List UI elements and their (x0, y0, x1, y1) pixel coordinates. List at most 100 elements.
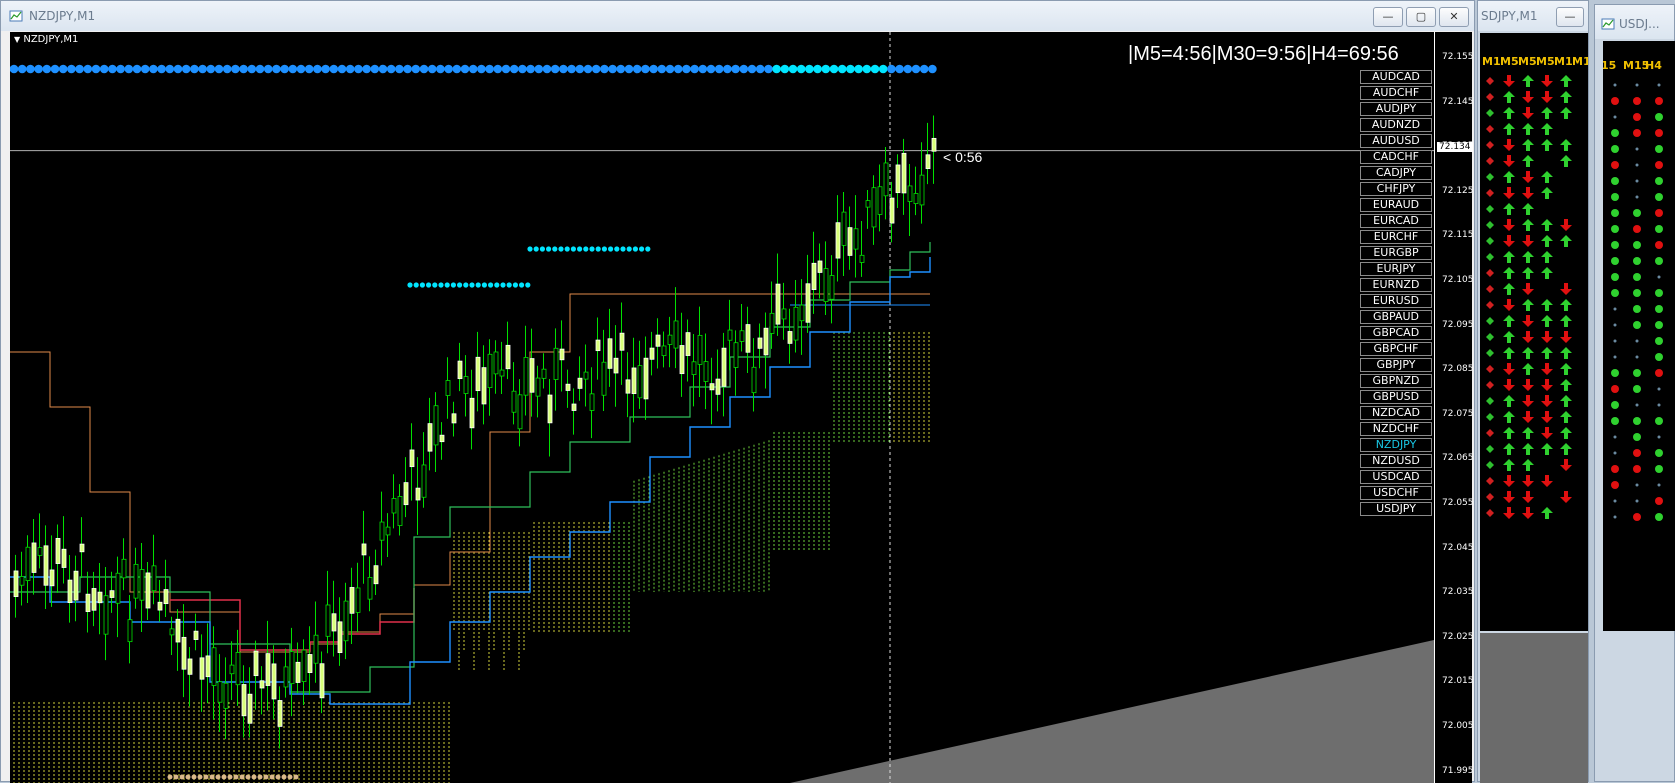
price-tick-label: 72.045 (1442, 542, 1474, 553)
symbol-button-audcad[interactable]: AUDCAD (1360, 70, 1432, 84)
symbol-button-nzdcad[interactable]: NZDCAD (1360, 406, 1432, 420)
candle-body (463, 376, 469, 394)
down-arrow-icon (1541, 379, 1553, 391)
candle-body (283, 666, 289, 688)
symbol-button-eurnzd[interactable]: EURNZD (1360, 278, 1432, 292)
signal-dot (846, 64, 855, 74)
signal-dot (280, 64, 289, 74)
down-arrow-icon (1522, 411, 1534, 423)
side-window-1-titlebar[interactable]: SDJPY,M1 — (1478, 1, 1588, 31)
up-arrow-icon (1522, 251, 1534, 263)
neutral-signal-icon (1486, 493, 1494, 501)
trend-dot (1611, 177, 1619, 185)
symbol-button-gbpcad[interactable]: GBPCAD (1360, 326, 1432, 340)
level-dot (519, 282, 525, 288)
candle-body (229, 664, 235, 675)
symbol-button-cadchf[interactable]: CADCHF (1360, 150, 1432, 164)
candle-body (511, 390, 517, 413)
symbol-button-usdcad[interactable]: USDCAD (1360, 470, 1432, 484)
symbol-button-eurgbp[interactable]: EURGBP (1360, 246, 1432, 260)
neutral-signal-icon (1486, 285, 1494, 293)
candle-body (667, 334, 673, 345)
close-button[interactable]: ✕ (1439, 7, 1469, 27)
main-window-titlebar[interactable]: NZDJPY,M1 — ▢ ✕ (1, 1, 1474, 31)
side-window-2-title: USDJ... (1619, 17, 1660, 31)
signal-dot (919, 64, 929, 74)
symbol-button-nzdusd[interactable]: NZDUSD (1360, 454, 1432, 468)
down-arrow-icon (1541, 475, 1553, 487)
price-tick-label: 72.035 (1442, 587, 1474, 598)
candle-body (49, 569, 55, 587)
symbol-button-nzdchf[interactable]: NZDCHF (1360, 422, 1432, 436)
price-chart[interactable]: ▼ NZDJPY,M1 |M5=4:56|M30=9:56|H4=69:56 <… (10, 32, 1474, 783)
trend-dot (1633, 433, 1641, 441)
minimize-button[interactable]: — (1373, 7, 1403, 27)
candle-body (541, 368, 547, 379)
symbol-button-eurusd[interactable]: EURUSD (1360, 294, 1432, 308)
signal-dot (911, 64, 921, 74)
trend-dot (1635, 339, 1639, 343)
symbol-button-gbpjpy[interactable]: GBPJPY (1360, 358, 1432, 372)
symbol-button-gbpaud[interactable]: GBPAUD (1360, 310, 1432, 324)
low-level-dot (215, 774, 221, 780)
candle-body (337, 621, 343, 653)
up-arrow-icon (1522, 299, 1534, 311)
chart-canvas[interactable] (10, 32, 1472, 783)
signal-dot (468, 64, 478, 74)
symbol-button-audjpy[interactable]: AUDJPY (1360, 102, 1432, 116)
candle-body (451, 413, 457, 424)
symbol-button-euraud[interactable]: EURAUD (1360, 198, 1432, 212)
side-window-1-title: SDJPY,M1 (1481, 9, 1538, 23)
candle-body (121, 558, 127, 579)
signal-dot (452, 64, 462, 74)
symbol-button-usdjpy[interactable]: USDJPY (1360, 502, 1432, 516)
symbol-button-gbpusd[interactable]: GBPUSD (1360, 390, 1432, 404)
signal-dot (58, 64, 68, 74)
candle-body (589, 393, 595, 411)
symbol-button-audusd[interactable]: AUDUSD (1360, 134, 1432, 148)
signal-dot (50, 64, 60, 74)
candle-body (727, 329, 733, 341)
trend-dot (1633, 113, 1641, 121)
signal-dot (895, 64, 904, 74)
level-dot (525, 282, 531, 288)
trend-dot (1655, 449, 1663, 457)
signal-dot (190, 64, 199, 74)
candle-body (181, 636, 187, 670)
symbol-button-eurcad[interactable]: EURCAD (1360, 214, 1432, 228)
down-arrow-icon (1560, 219, 1572, 231)
candle-body (853, 228, 859, 250)
signal-dot (34, 64, 43, 74)
low-level-dot (227, 774, 233, 780)
symbol-button-audchf[interactable]: AUDCHF (1360, 86, 1432, 100)
up-arrow-icon (1522, 347, 1534, 359)
trend-dot (1633, 385, 1641, 393)
signal-dot (181, 64, 191, 74)
side-1-minimize-button[interactable]: — (1556, 7, 1584, 27)
low-level-dot (239, 774, 245, 780)
signal-dot (493, 64, 503, 74)
candle-body (193, 630, 199, 640)
up-arrow-icon (1503, 459, 1515, 471)
down-arrow-icon (1522, 235, 1534, 247)
symbol-button-cadjpy[interactable]: CADJPY (1360, 166, 1432, 180)
candle-body (595, 339, 601, 352)
chart-symbol-label[interactable]: ▼ NZDJPY,M1 (14, 34, 78, 45)
price-axis-separator (1434, 32, 1435, 783)
candle-body (607, 338, 613, 369)
maximize-button[interactable]: ▢ (1406, 7, 1436, 27)
side-1-header: M1 (1572, 55, 1588, 68)
symbol-button-eurchf[interactable]: EURCHF (1360, 230, 1432, 244)
side-window-2-titlebar[interactable]: USDJ... (1595, 5, 1674, 39)
symbol-button-usdchf[interactable]: USDCHF (1360, 486, 1432, 500)
candle-body (289, 651, 295, 685)
trend-dot (1655, 193, 1663, 201)
level-dot (577, 246, 583, 252)
symbol-button-eurjpy[interactable]: EURJPY (1360, 262, 1432, 276)
symbol-button-nzdjpy[interactable]: NZDJPY (1360, 438, 1432, 452)
symbol-button-gbpnzd[interactable]: GBPNZD (1360, 374, 1432, 388)
symbol-button-chfjpy[interactable]: CHFJPY (1360, 182, 1432, 196)
symbol-button-audnzd[interactable]: AUDNZD (1360, 118, 1432, 132)
symbol-button-gbpchf[interactable]: GBPCHF (1360, 342, 1432, 356)
candle-body (67, 579, 73, 603)
